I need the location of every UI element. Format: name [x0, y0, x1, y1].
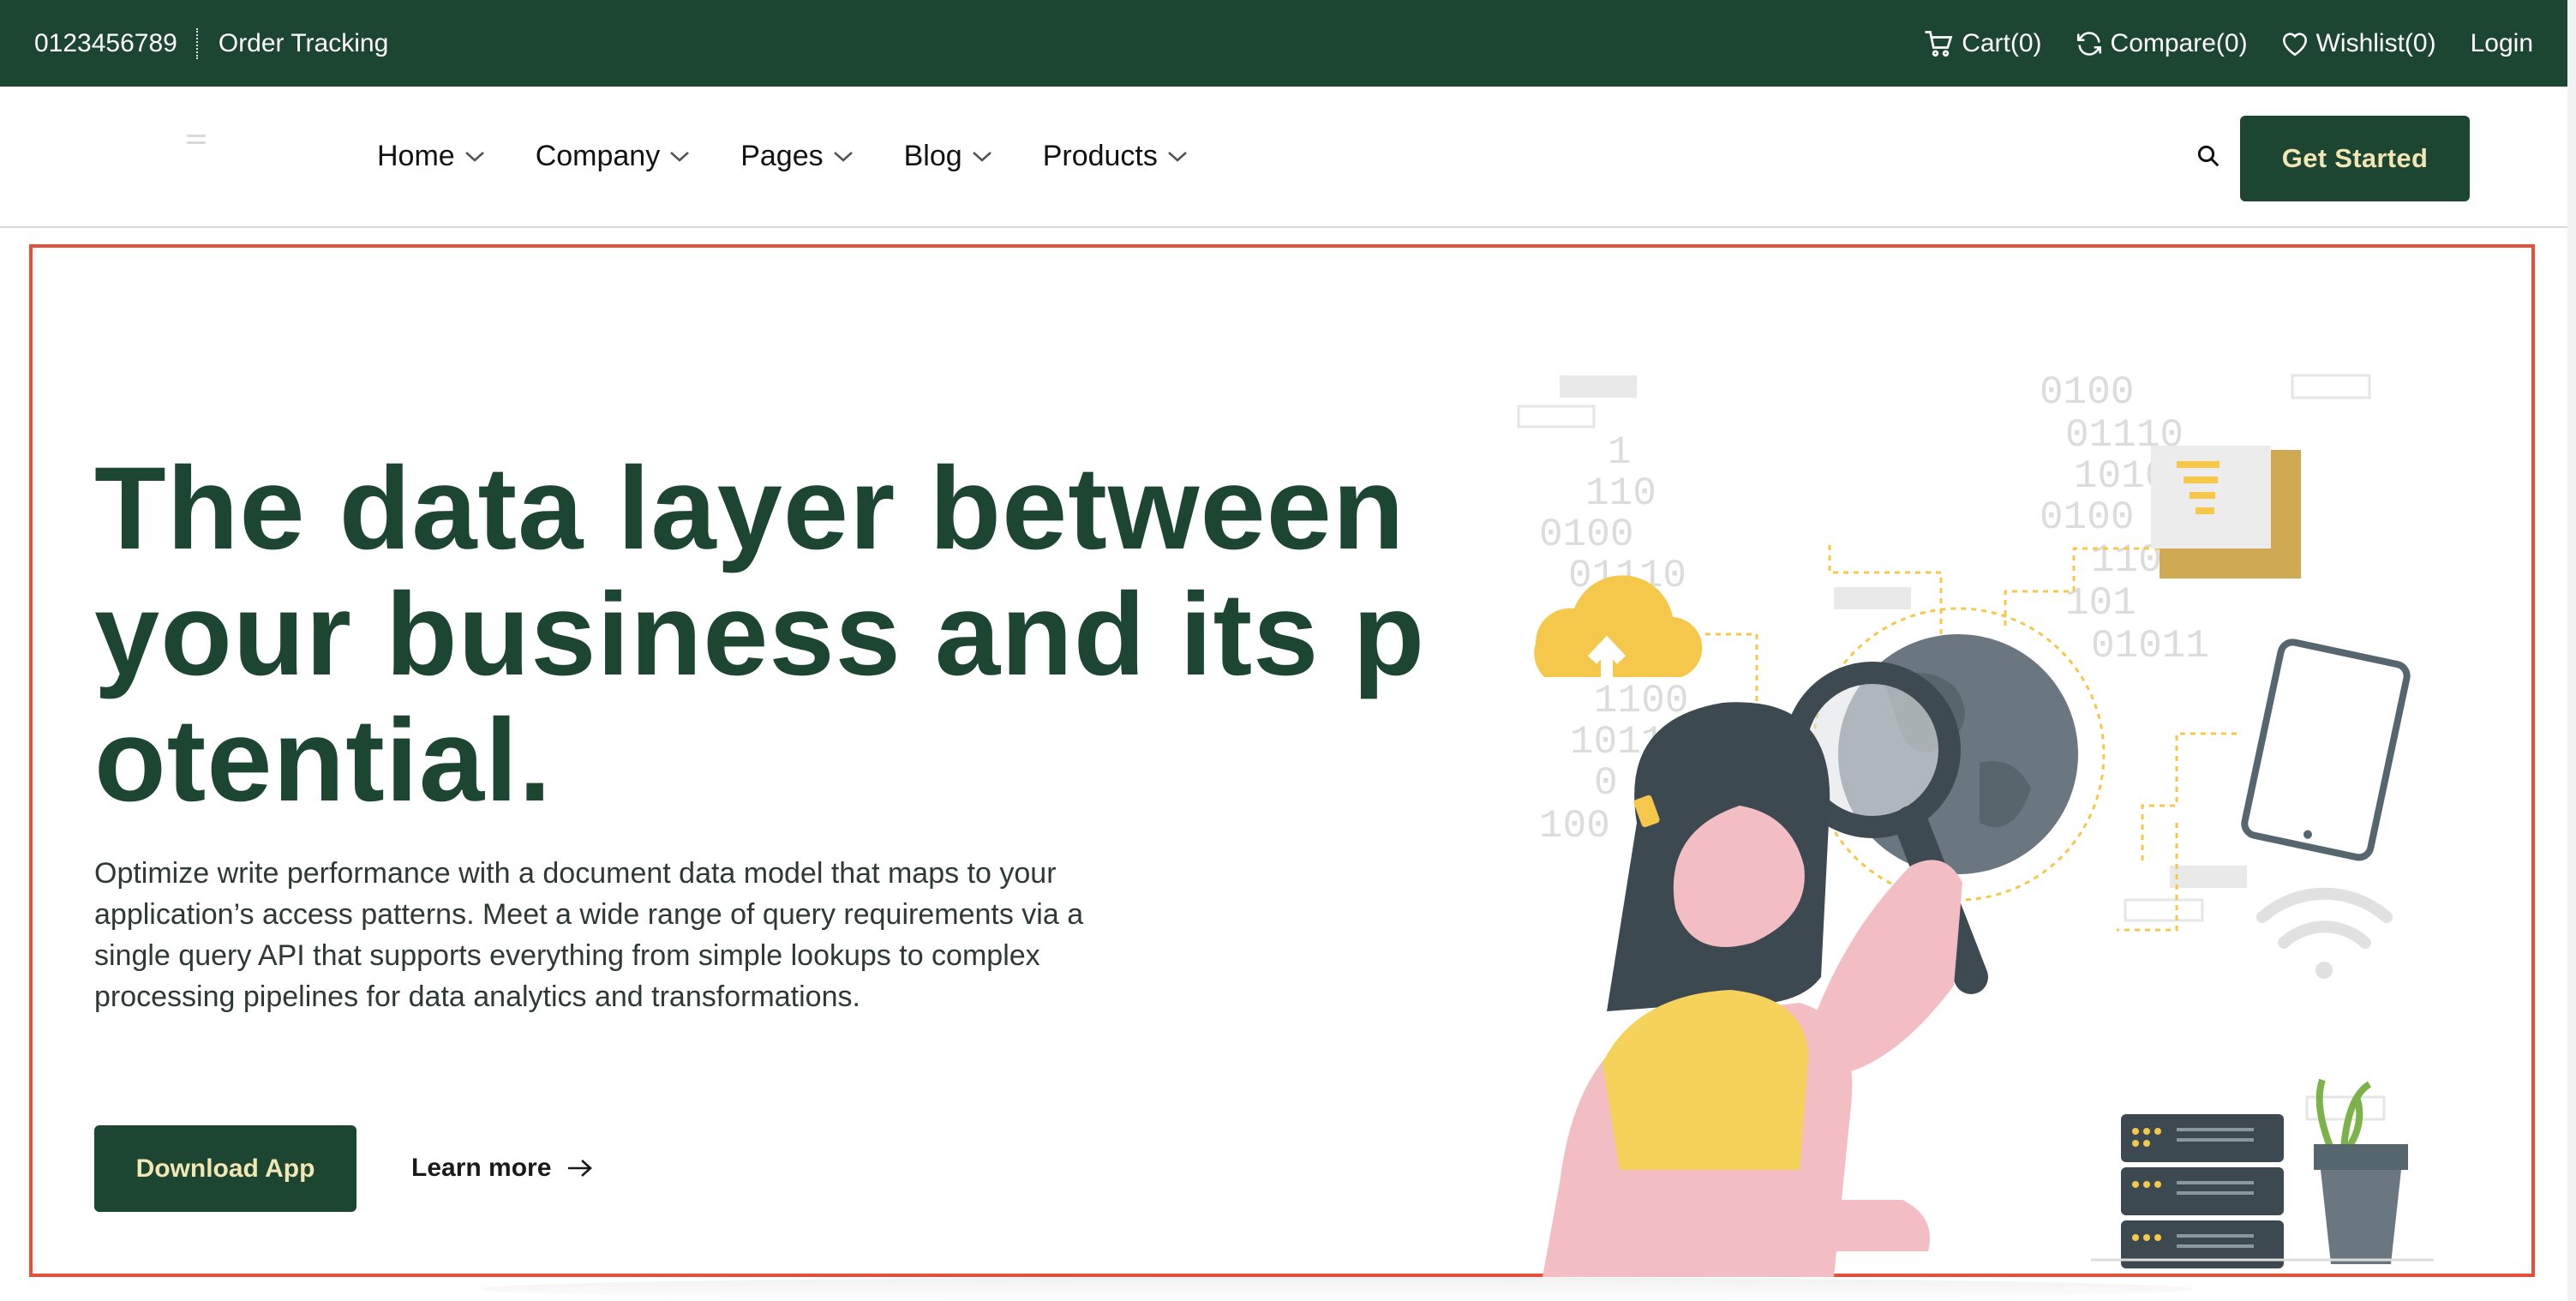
nav-item-products[interactable]: Products [1043, 140, 1189, 173]
nav-item-label: Products [1042, 140, 1158, 172]
folder-icon [2151, 446, 2301, 579]
binary-text: 01011 [2091, 624, 2209, 668]
refresh-icon [2076, 31, 2101, 56]
search-button[interactable] [2196, 143, 2221, 173]
order-tracking-link[interactable]: Order Tracking [219, 29, 388, 58]
main-menu: Home Company Pages Blog Products [377, 140, 1238, 173]
download-app-button[interactable]: Download App [94, 1125, 356, 1212]
chevron-down-icon [972, 151, 991, 162]
search-icon [2197, 145, 2220, 167]
wifi-icon [2256, 887, 2393, 979]
binary-text: 0 [1594, 761, 1618, 806]
cart-label: Cart(0) [1962, 28, 2042, 57]
compare-link[interactable]: Compare(0) [2075, 29, 2248, 58]
binary-text: 100 [1539, 804, 1610, 848]
main-navbar: Home Company Pages Blog Products Get Sta… [0, 87, 2567, 228]
login-link[interactable]: Login [2471, 29, 2533, 58]
heart-icon [2282, 32, 2307, 56]
nav-item-company[interactable]: Company [536, 140, 692, 173]
compare-label: Compare(0) [2110, 28, 2248, 57]
nav-item-label: Blog [903, 140, 962, 172]
wishlist-link[interactable]: Wishlist(0) [2280, 29, 2436, 58]
scrollbar[interactable] [2567, 0, 2576, 1301]
nav-item-label: Company [535, 140, 661, 172]
wishlist-label: Wishlist(0) [2315, 28, 2436, 57]
binary-text: 0100 [2040, 370, 2134, 415]
nav-item-label: Pages [740, 140, 824, 172]
server-rack-icon [2121, 1114, 2284, 1268]
cart-link[interactable]: Cart(0) [1924, 28, 2042, 58]
learn-more-link[interactable]: Learn more [411, 1154, 594, 1183]
chevron-down-icon [464, 151, 484, 162]
learn-more-label: Learn more [411, 1154, 552, 1182]
binary-text: 110 [1585, 471, 1656, 516]
cart-icon [1925, 30, 1953, 57]
binary-text: 101 [2065, 581, 2136, 626]
hero-illustration: 0100 01110 1010 0100 110 101 01011 1 110… [1517, 370, 2434, 1277]
logo[interactable] [187, 135, 206, 153]
chevron-down-icon [833, 151, 853, 162]
hero-title: The data layer between your business and… [94, 443, 1426, 826]
binary-text: 0100 [2040, 495, 2134, 540]
section-shadow [480, 1277, 2194, 1301]
hero-description: Optimize write performance with a docume… [94, 857, 1084, 1013]
phone-number[interactable]: 0123456789 [34, 29, 177, 58]
binary-text: 0100 [1539, 513, 1633, 557]
tablet-icon [2241, 639, 2411, 861]
nav-item-pages[interactable]: Pages [740, 140, 854, 173]
get-started-button[interactable]: Get Started [2240, 116, 2470, 201]
chevron-down-icon [1168, 151, 1187, 162]
arrow-right-icon [568, 1160, 593, 1177]
binary-text: 1 [1608, 430, 1632, 475]
top-bar-left: 0123456789 Order Tracking [34, 27, 388, 59]
top-bar: 0123456789 Order Tracking Cart(0) Compar… [0, 0, 2567, 87]
nav-item-home[interactable]: Home [377, 140, 486, 173]
nav-item-blog[interactable]: Blog [904, 140, 993, 173]
chevron-down-icon [670, 151, 690, 162]
nav-item-label: Home [377, 140, 455, 172]
top-bar-right: Cart(0) Compare(0) Wishlist(0) Login [1891, 29, 2533, 58]
binary-text: 1100 [1594, 679, 1688, 723]
divider [195, 27, 200, 59]
